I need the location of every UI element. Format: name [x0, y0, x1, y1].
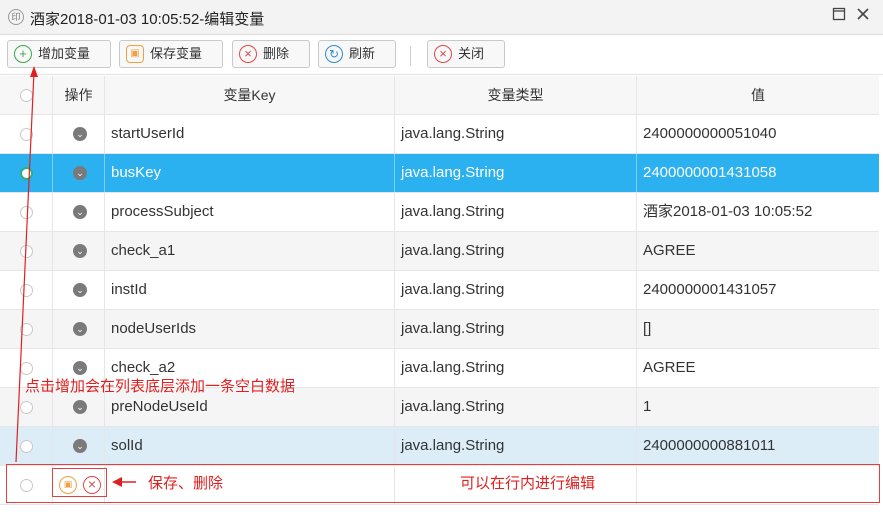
annotation-arrows: [15, 66, 136, 487]
add-note: 点击增加会在列表底层添加一条空白数据: [25, 378, 296, 395]
inline-edit-note: 可以在行内进行编辑: [460, 475, 596, 492]
save-delete-note: 保存、删除: [148, 475, 224, 492]
